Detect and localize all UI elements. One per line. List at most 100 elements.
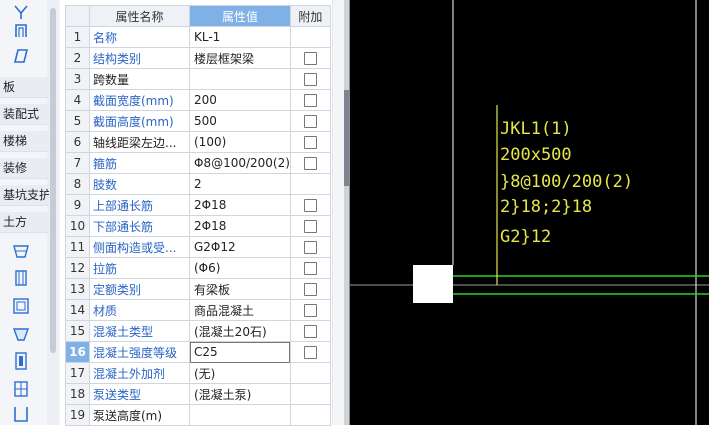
property-name: 混凝土外加剂 [89,362,190,384]
property-value-field[interactable]: 2Φ18 [189,215,291,237]
property-value-field[interactable]: 2 [189,173,291,195]
arch-beam-icon[interactable] [8,20,34,40]
attach-checkbox[interactable] [303,346,317,359]
cad-label-stirrup[interactable]: }8@100/200(2) [500,172,633,192]
trench-icon[interactable] [8,268,34,288]
toolbar-category-4[interactable]: 基坑支护 [0,185,49,206]
square-pit-icon[interactable] [8,296,34,316]
property-name: 截面宽度(mm) [89,89,190,111]
property-value-field[interactable]: (100) [189,131,291,153]
property-row[interactable]: 17 混凝土外加剂 (无) [65,362,331,384]
table-header-row: 属性名称 属性值 附加 [65,5,331,27]
container-icon[interactable] [8,404,34,424]
attach-checkbox[interactable] [303,136,317,149]
property-row[interactable]: 10 下部通长筋 2Φ18 [65,215,331,237]
attach-cell [289,89,331,111]
cad-label-side-bars[interactable]: G2}12 [500,227,551,247]
property-value-field[interactable] [189,404,291,426]
attach-cell [289,47,331,69]
property-value-field[interactable]: (混凝土20石) [189,320,291,342]
property-value-field[interactable]: Φ8@100/200(2) [189,152,291,174]
column-footing-icon[interactable] [8,351,34,371]
property-value-field[interactable]: 有梁板 [189,278,291,300]
property-value-field[interactable]: (无) [189,362,291,384]
property-row[interactable]: 14 材质 商品混凝土 [65,299,331,321]
property-row[interactable]: 8 肢数 2 [65,173,331,195]
attach-checkbox[interactable] [303,52,317,65]
property-name: 定额类别 [89,278,190,300]
property-row[interactable]: 9 上部通长筋 2Φ18 [65,194,331,216]
attach-cell [289,110,331,132]
cad-label-longitudinal[interactable]: 2}18;2}18 [500,197,592,217]
property-row[interactable]: 15 混凝土类型 (混凝土20石) [65,320,331,342]
property-row[interactable]: 7 箍筋 Φ8@100/200(2) [65,152,331,174]
row-number: 18 [65,383,90,405]
property-row[interactable]: 11 侧面构造或受... G2Φ12 [65,236,331,258]
property-row[interactable]: 4 截面宽度(mm) 200 [65,89,331,111]
attach-checkbox[interactable] [303,73,317,86]
row-number: 1 [65,26,90,48]
row-number: 8 [65,173,90,195]
property-panel: 属性名称 属性值 附加 1 名称 KL-1 2 结构类别 楼层框架梁 3 跨数量 4 截面宽度(m… [60,0,345,426]
header-property-name[interactable]: 属性名称 [89,5,190,27]
property-value-field[interactable]: G2Φ12 [189,236,291,258]
property-row[interactable]: 5 截面高度(mm) 500 [65,110,331,132]
row-number: 5 [65,110,90,132]
toolbar-category-2[interactable]: 楼梯 [0,131,49,152]
cad-label-section[interactable]: 200x500 [500,145,572,165]
scrollbar-thumb[interactable] [50,8,56,353]
property-value-field[interactable]: C25 [189,341,291,363]
row-number: 15 [65,320,90,342]
parallelogram-icon[interactable] [8,46,34,66]
attach-cell [289,194,331,216]
attach-checkbox[interactable] [303,262,317,275]
beam-select-icon[interactable] [8,2,34,22]
property-value-field[interactable]: 商品混凝土 [189,299,291,321]
attach-cell [289,26,331,48]
header-attach[interactable]: 附加 [289,5,331,27]
attach-cell [289,236,331,258]
property-name: 肢数 [89,173,190,195]
property-value-field[interactable] [189,68,291,90]
property-row[interactable]: 16 混凝土强度等级 C25 [65,341,331,363]
cad-label-beam-name[interactable]: JKL1(1) [500,119,572,139]
property-value-field[interactable]: (混凝土泵) [189,383,291,405]
attach-checkbox[interactable] [303,241,317,254]
toolbar-category-5[interactable]: 土方 [0,212,49,233]
header-property-value[interactable]: 属性值 [189,5,291,27]
property-row[interactable]: 3 跨数量 [65,68,331,90]
property-row[interactable]: 6 轴线距梁左边... (100) [65,131,331,153]
property-value-field[interactable]: (Φ6) [189,257,291,279]
pit-icon[interactable] [8,241,34,261]
property-row[interactable]: 18 泵送类型 (混凝土泵) [65,383,331,405]
property-value-field[interactable]: 2Φ18 [189,194,291,216]
attach-checkbox[interactable] [303,283,317,296]
property-row[interactable]: 19 泵送高度(m) [65,404,331,426]
property-name: 混凝土类型 [89,320,190,342]
attach-checkbox[interactable] [303,157,317,170]
property-row[interactable]: 12 拉筋 (Φ6) [65,257,331,279]
grid-box-icon[interactable] [8,379,34,399]
property-value-field[interactable]: 500 [189,110,291,132]
column-block[interactable] [413,265,453,303]
attach-checkbox[interactable] [303,325,317,338]
property-row[interactable]: 2 结构类别 楼层框架梁 [65,47,331,69]
attach-checkbox[interactable] [303,304,317,317]
cad-viewport[interactable]: JKL1(1) 200x500 }8@100/200(2) 2}18;2}18 … [349,0,709,425]
toolbar-category-3[interactable]: 装修 [0,158,49,179]
row-number: 2 [65,47,90,69]
property-row[interactable]: 1 名称 KL-1 [65,26,331,48]
attach-checkbox[interactable] [303,220,317,233]
property-name: 材质 [89,299,190,321]
toolbar-category-1[interactable]: 装配式 [0,104,49,125]
property-value-field[interactable]: 楼层框架梁 [189,47,291,69]
property-value-field[interactable]: 200 [189,89,291,111]
attach-checkbox[interactable] [303,115,317,128]
property-row[interactable]: 13 定额类别 有梁板 [65,278,331,300]
attach-cell [289,404,331,426]
attach-checkbox[interactable] [303,94,317,107]
slope-pit-icon[interactable] [8,324,34,344]
property-value-field[interactable]: KL-1 [189,26,291,48]
attach-checkbox[interactable] [303,199,317,212]
toolbar-category-0[interactable]: 板 [0,77,49,98]
